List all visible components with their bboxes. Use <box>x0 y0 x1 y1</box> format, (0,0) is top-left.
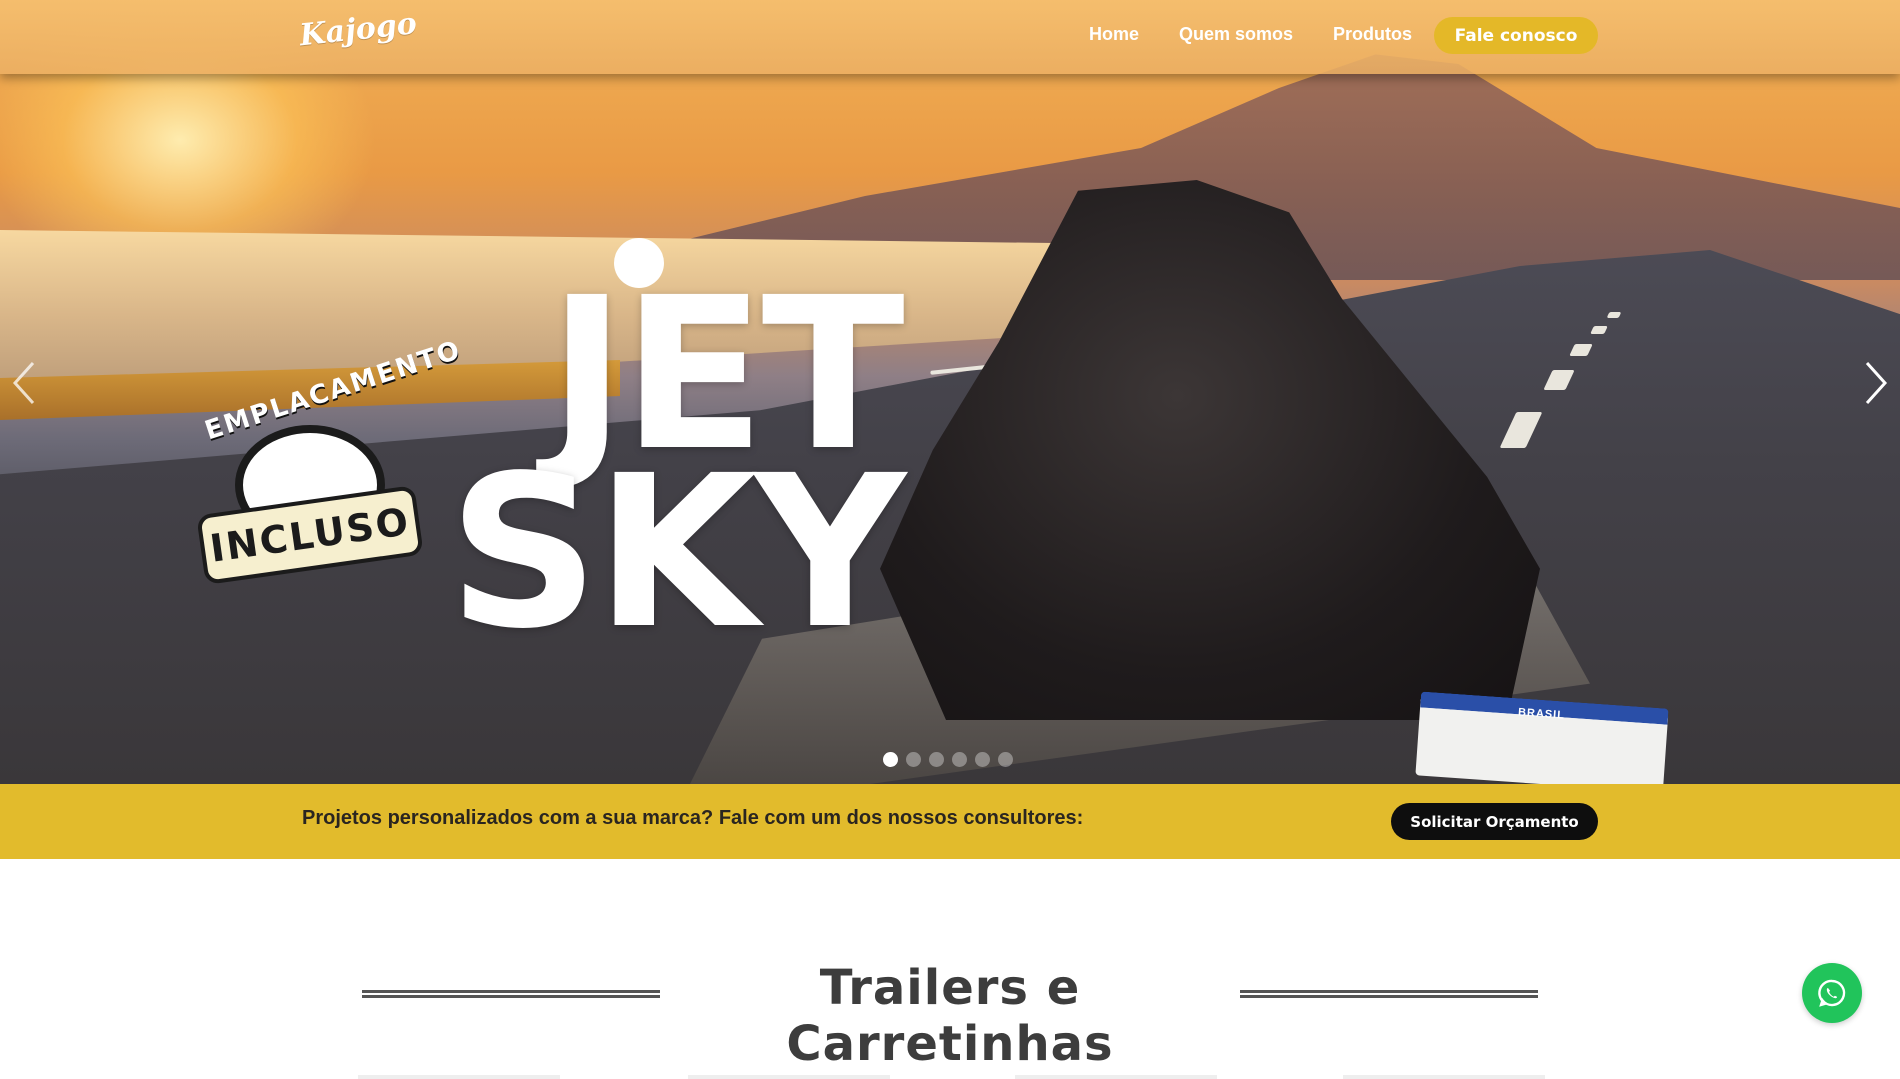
carousel-dot[interactable] <box>998 752 1013 767</box>
hero-carousel: BRASIL JET SKY EMPLACAMENTO INCLUSO <box>0 0 1900 784</box>
carousel-prev-button[interactable] <box>6 355 42 411</box>
site-header: Kajogo Home Quem somos Produtos Fale con… <box>0 0 1900 74</box>
carousel-next-button[interactable] <box>1858 355 1894 411</box>
carousel-dot[interactable] <box>906 752 921 767</box>
site-logo[interactable]: Kajogo <box>298 6 424 65</box>
main-nav: Home Quem somos Produtos <box>1089 24 1412 45</box>
title-rule-right <box>1240 990 1538 998</box>
chevron-right-icon <box>1865 361 1888 405</box>
license-plate <box>1415 691 1669 784</box>
title-rule-left <box>362 990 660 998</box>
fale-conosco-button[interactable]: Fale conosco <box>1434 17 1598 54</box>
whatsapp-button[interactable] <box>1802 963 1862 1023</box>
emplacamento-badge: EMPLACAMENTO INCLUSO <box>190 335 465 590</box>
product-card[interactable] <box>1343 1075 1545 1079</box>
nav-home[interactable]: Home <box>1089 24 1139 45</box>
consultant-banner-text: Projetos personalizados com a sua marca?… <box>302 807 1084 829</box>
chevron-left-icon <box>12 361 35 405</box>
product-card[interactable] <box>358 1075 560 1079</box>
carousel-dot[interactable] <box>975 752 990 767</box>
carousel-dot[interactable] <box>883 752 898 767</box>
whatsapp-icon <box>1818 979 1846 1007</box>
carousel-dot[interactable] <box>929 752 944 767</box>
nav-quem-somos[interactable]: Quem somos <box>1179 24 1293 45</box>
hero-headline-sky: SKY <box>448 430 906 675</box>
section-title: Trailers e Carretinhas <box>786 960 1114 1072</box>
carousel-dot[interactable] <box>952 752 967 767</box>
carousel-pagination <box>883 752 1013 767</box>
product-card[interactable] <box>1015 1075 1217 1079</box>
badge-tag-text: INCLUSO <box>196 485 424 585</box>
product-card[interactable] <box>688 1075 890 1079</box>
nav-produtos[interactable]: Produtos <box>1333 24 1412 45</box>
solicitar-orcamento-button[interactable]: Solicitar Orçamento <box>1391 803 1598 840</box>
